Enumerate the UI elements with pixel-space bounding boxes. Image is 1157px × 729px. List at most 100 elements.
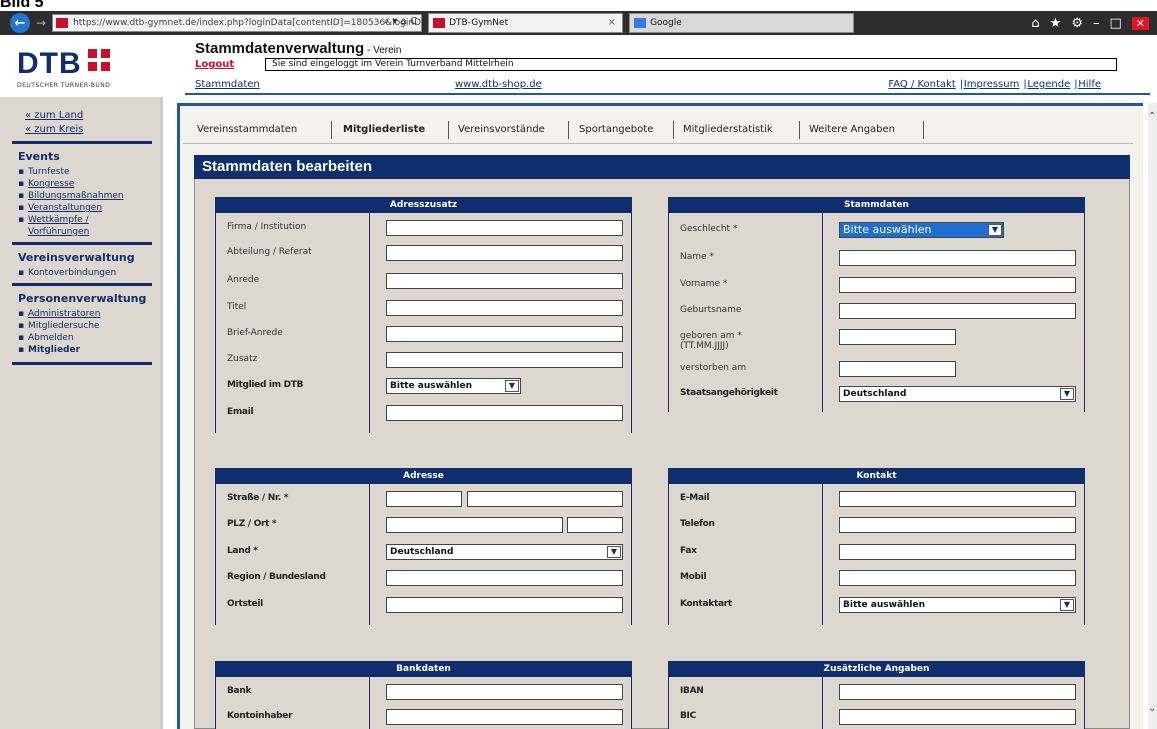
panel-header: Zusätzliche Angaben	[669, 661, 1084, 677]
sidebar-item-veranstaltungen[interactable]: Veranstaltungen	[18, 202, 160, 214]
sidebar-item-mitglieder[interactable]: Mitglieder	[18, 344, 160, 356]
land-select[interactable]: Deutschland ▼	[386, 544, 623, 560]
stammdaten-link[interactable]: Stammdaten	[195, 79, 260, 90]
field-row: Anrede	[216, 271, 631, 291]
scroll-down-icon[interactable]: ⌄	[1148, 703, 1156, 714]
sidebar-item-suche[interactable]: Mitgliedersuche	[18, 320, 160, 332]
panel-kontakt: Kontakt E-Mail Telefon Fax Mobil Kontakt…	[668, 468, 1085, 625]
sidebar-item-kongresse[interactable]: Kongresse	[18, 178, 160, 190]
plz-input[interactable]	[386, 517, 563, 533]
select-value: Bitte auswählen	[843, 223, 932, 236]
iban-input[interactable]	[839, 684, 1076, 700]
scrollbar[interactable]: ⌃ ⌄	[1148, 103, 1157, 729]
favicon-icon	[56, 18, 69, 28]
sidebar-item-abmelden[interactable]: Abmelden	[18, 332, 160, 344]
panel-zusatz: Zusätzliche Angaben IBAN BIC	[668, 661, 1085, 729]
tab-mitgliederstatistik[interactable]: Mitgliederstatistik	[683, 124, 773, 135]
window-close-icon[interactable]: ✕	[1131, 16, 1149, 30]
shop-link[interactable]: www.dtb-shop.de	[455, 79, 542, 90]
field-label: Region / Bundesland	[227, 572, 326, 582]
firma-input[interactable]	[386, 220, 623, 236]
geburtsname-input[interactable]	[839, 303, 1076, 319]
logo-mark-icon	[87, 49, 110, 71]
scroll-up-icon[interactable]: ⌃	[1148, 111, 1156, 122]
browser-tab-google[interactable]: Google	[629, 13, 855, 33]
geschlecht-select[interactable]: Bitte auswählen ▼	[839, 222, 1004, 238]
field-label: Telefon	[680, 519, 715, 529]
sidebar-item-bildung[interactable]: Bildungsmaßnahmen	[18, 190, 160, 202]
field-row: Abteilung / Referat	[216, 243, 631, 263]
address-bar[interactable]: https://www.dtb-gymnet.de/index.php?logi…	[52, 14, 423, 32]
arrow-right-icon: →	[36, 16, 47, 30]
back-button[interactable]: ←	[10, 13, 30, 33]
panel-adresse: Adresse Straße / Nr. * PLZ / Ort * Land …	[215, 468, 632, 625]
bank-input[interactable]	[386, 684, 623, 700]
sidebar-item-admins[interactable]: Administratoren	[18, 308, 160, 320]
zusatz-input[interactable]	[386, 352, 623, 368]
abteilung-input[interactable]	[386, 245, 623, 261]
kontoinhaber-input[interactable]	[386, 709, 623, 725]
browser-tab-dtb[interactable]: DTB-GymNet ×	[428, 13, 624, 33]
panel-header: Adresse	[216, 468, 631, 484]
logo-text: DTB	[17, 47, 82, 80]
forward-button[interactable]: →	[36, 16, 46, 30]
email-input[interactable]	[386, 405, 623, 421]
mitglied-select[interactable]: Bitte auswählen ▼	[386, 378, 521, 394]
titel-input[interactable]	[386, 300, 623, 316]
tab-vereinsvorstaende[interactable]: Vereinsvorstände	[458, 124, 545, 135]
logout-link[interactable]: Logout	[195, 59, 234, 70]
address-actions[interactable]: ⌕ ▾ ⌂ C	[384, 16, 418, 27]
name-input[interactable]	[839, 250, 1076, 266]
field-label: E-Mail	[680, 493, 710, 503]
panel-header: Kontakt	[669, 468, 1084, 484]
dtb-logo[interactable]: DTB DEUTSCHER TURNER-BUND	[17, 47, 110, 89]
browser-icons: ⌂ ★ ⚙ – □ ✕	[1031, 16, 1157, 31]
page-title: Stammdatenverwaltung - Verein	[195, 40, 401, 57]
hilfe-link[interactable]: Hilfe	[1078, 79, 1101, 90]
sidebar-item-konto[interactable]: Kontoverbindungen	[18, 267, 160, 279]
sidebar-item-turnfeste[interactable]: Turnfeste	[18, 166, 160, 178]
minimize-icon[interactable]: –	[1093, 16, 1100, 31]
tab-weitere-angaben[interactable]: Weitere Angaben	[809, 124, 895, 135]
bic-input[interactable]	[839, 709, 1076, 725]
home-icon[interactable]: ⌂	[1031, 16, 1039, 31]
maximize-icon[interactable]: □	[1109, 16, 1121, 31]
field-row: Kontoinhaber	[216, 707, 631, 727]
chevron-down-icon: ▼	[1060, 388, 1074, 400]
field-label: geboren am * (TT.MM.JJJJ)	[680, 331, 742, 351]
link-separator: |	[959, 79, 964, 90]
field-row: Name *	[669, 248, 1084, 268]
sidebar-heading-events: Events	[18, 150, 60, 163]
kontakt-email-input[interactable]	[839, 491, 1076, 507]
geboren-input[interactable]	[839, 329, 956, 345]
panel-bankdaten: Bankdaten Bank Kontoinhaber	[215, 661, 632, 729]
fax-input[interactable]	[839, 544, 1076, 560]
hausnummer-input[interactable]	[467, 491, 623, 507]
sidebar-item-wettkaempfe[interactable]: Wettkämpfe / Vorführungen	[18, 214, 128, 238]
anrede-input[interactable]	[386, 273, 623, 289]
verstorben-input[interactable]	[839, 361, 956, 377]
gear-icon[interactable]: ⚙	[1071, 16, 1083, 31]
tab-mitgliederliste[interactable]: Mitgliederliste	[343, 124, 425, 135]
sidebar-link-kreis[interactable]: « zum Kreis	[25, 123, 160, 137]
faq-link[interactable]: FAQ / Kontakt	[888, 79, 955, 90]
star-icon[interactable]: ★	[1050, 16, 1062, 31]
staat-select[interactable]: Deutschland ▼	[839, 386, 1076, 402]
legende-link[interactable]: Legende	[1027, 79, 1070, 90]
ortsteil-input[interactable]	[386, 597, 623, 613]
ort-input[interactable]	[567, 517, 623, 533]
strasse-input[interactable]	[386, 491, 462, 507]
tab-sportangebote[interactable]: Sportangebote	[579, 124, 653, 135]
impressum-link[interactable]: Impressum	[964, 79, 1020, 90]
kontaktart-select[interactable]: Bitte auswählen ▼	[839, 597, 1076, 613]
region-input[interactable]	[386, 570, 623, 586]
tab-vereinsstammdaten[interactable]: Vereinsstammdaten	[197, 124, 297, 135]
browser-toolbar: ← → https://www.dtb-gymnet.de/index.php?…	[0, 11, 1157, 35]
telefon-input[interactable]	[839, 517, 1076, 533]
tab-separator	[568, 121, 569, 139]
sidebar-link-land[interactable]: « zum Land	[25, 109, 160, 123]
vorname-input[interactable]	[839, 277, 1076, 293]
close-icon[interactable]: ×	[608, 17, 616, 28]
brief-anrede-input[interactable]	[386, 326, 623, 342]
mobil-input[interactable]	[839, 570, 1076, 586]
